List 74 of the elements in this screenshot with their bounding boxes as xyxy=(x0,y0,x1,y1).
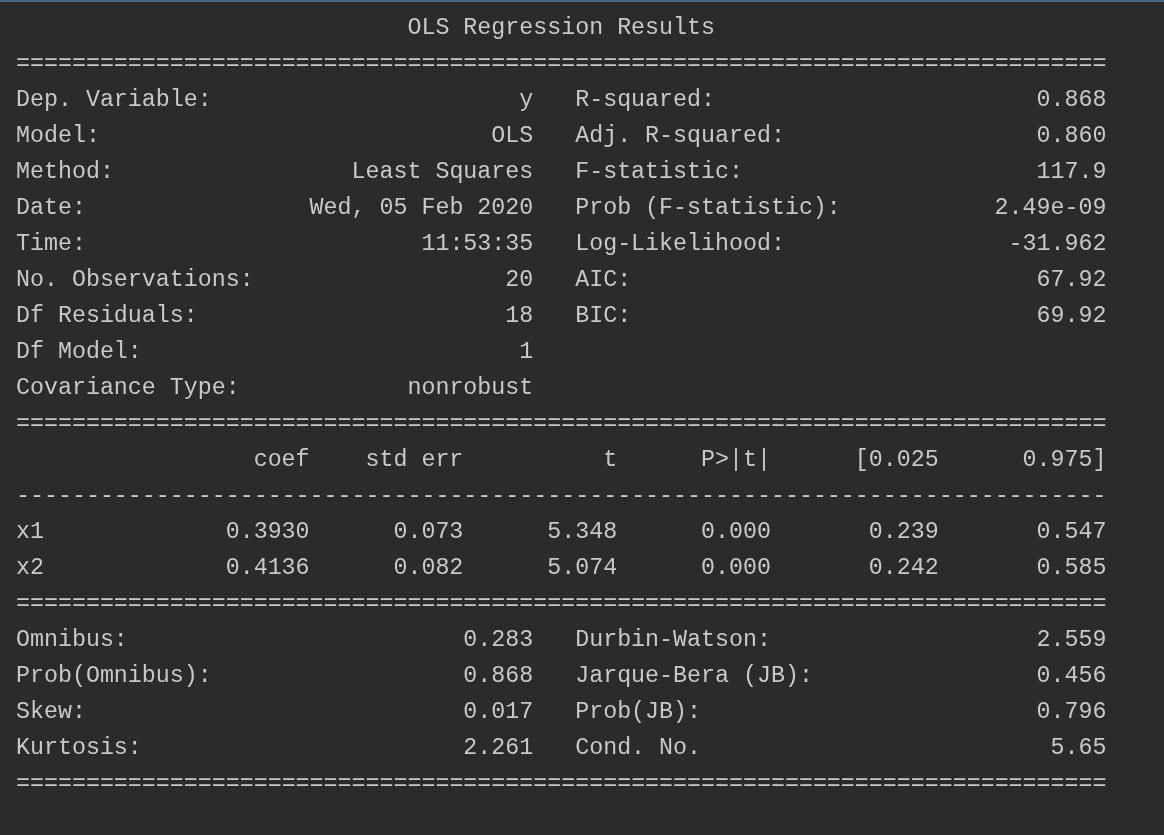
stat-value: 67.92 xyxy=(1036,266,1107,295)
stat-label: Df Model: xyxy=(16,338,142,367)
stat-label: AIC: xyxy=(575,266,632,295)
stat-value: y xyxy=(519,86,534,115)
stat-value: 117.9 xyxy=(1036,158,1107,187)
table-cell-text: 0.000 xyxy=(700,554,771,583)
stat-value: 2.261 xyxy=(463,734,534,763)
table-cell-text: 0.547 xyxy=(1035,518,1107,547)
table-cell-text: 0.000 xyxy=(700,518,771,547)
stat-label: Omnibus: xyxy=(16,626,128,655)
rule-line: ============================================================================== xyxy=(16,770,1107,799)
stat-value: 11:53:35 xyxy=(421,230,534,259)
stat-value: 20 xyxy=(505,266,534,295)
stat-label: Prob(Omnibus): xyxy=(16,662,212,691)
stat-value: -31.962 xyxy=(1008,230,1107,259)
stat-value: 2.559 xyxy=(1036,626,1107,655)
table-cell-text: 0.082 xyxy=(392,554,464,583)
stat-value: 0.868 xyxy=(463,662,534,691)
table-cell-text: 0.073 xyxy=(392,518,464,547)
stat-value: 5.65 xyxy=(1050,734,1107,763)
stat-label: Adj. R-squared: xyxy=(575,122,785,151)
table-cell-text: 0.3930 xyxy=(224,518,310,547)
stat-value: 0.283 xyxy=(463,626,534,655)
stat-label: Prob (F-statistic): xyxy=(575,194,841,223)
rule-line: ============================================================================== xyxy=(16,590,1107,619)
column-header: [0.025 xyxy=(853,446,939,475)
column-header: t xyxy=(602,446,618,475)
stat-label: Durbin-Watson: xyxy=(575,626,771,655)
stat-label: Covariance Type: xyxy=(16,374,240,403)
variable-name: x2 xyxy=(16,554,45,583)
rule-line: ============================================================================== xyxy=(16,50,1107,79)
stat-label: Jarque-Bera (JB): xyxy=(575,662,813,691)
column-header: P>|t| xyxy=(700,446,771,475)
stat-value: 0.868 xyxy=(1036,86,1107,115)
stat-label: Skew: xyxy=(16,698,86,727)
stat-label: F-statistic: xyxy=(575,158,743,187)
column-header: coef xyxy=(252,446,310,475)
stat-value: Least Squares xyxy=(351,158,534,187)
stat-label: Prob(JB): xyxy=(575,698,702,727)
rule-line: ------------------------------------------------------------------------------ xyxy=(16,482,1107,511)
stat-label: Kurtosis: xyxy=(16,734,142,763)
stat-label: R-squared: xyxy=(575,86,715,115)
stat-label: Log-Likelihood: xyxy=(575,230,785,259)
stat-value: 0.860 xyxy=(1036,122,1107,151)
results-title: OLS Regression Results xyxy=(407,15,715,41)
table-cell-text: 0.4136 xyxy=(224,554,310,583)
stat-value: 0.017 xyxy=(463,698,534,727)
stat-value: 1 xyxy=(519,338,534,367)
stat-value: OLS xyxy=(491,122,534,151)
table-cell-text: 5.074 xyxy=(546,554,618,583)
column-header: std err xyxy=(364,446,464,475)
stat-value: 18 xyxy=(505,302,534,331)
table-cell-text: 0.239 xyxy=(867,518,939,547)
stat-label: Model: xyxy=(16,122,100,151)
stat-label: Time: xyxy=(16,230,86,259)
stat-label: Dep. Variable: xyxy=(16,86,212,115)
table-cell-text: 5.348 xyxy=(546,518,618,547)
stat-label: Method: xyxy=(16,158,114,187)
column-header: 0.975] xyxy=(1021,446,1107,475)
stat-value: 0.796 xyxy=(1036,698,1107,727)
stat-value: 0.456 xyxy=(1036,662,1107,691)
stat-value: 69.92 xyxy=(1036,302,1107,331)
stat-label: No. Observations: xyxy=(16,266,254,295)
stat-label: Date: xyxy=(16,194,86,223)
rule-line: ============================================================================== xyxy=(16,410,1107,439)
table-cell-text: 0.242 xyxy=(867,554,939,583)
stat-value: nonrobust xyxy=(407,374,534,403)
stat-value: Wed, 05 Feb 2020 xyxy=(309,194,534,223)
variable-name: x1 xyxy=(16,518,45,547)
stat-label: Df Residuals: xyxy=(16,302,198,331)
stat-value: 2.49e-09 xyxy=(994,194,1107,223)
table-cell-text: 0.585 xyxy=(1035,554,1107,583)
stat-label: BIC: xyxy=(575,302,632,331)
stat-label: Cond. No. xyxy=(575,734,702,763)
